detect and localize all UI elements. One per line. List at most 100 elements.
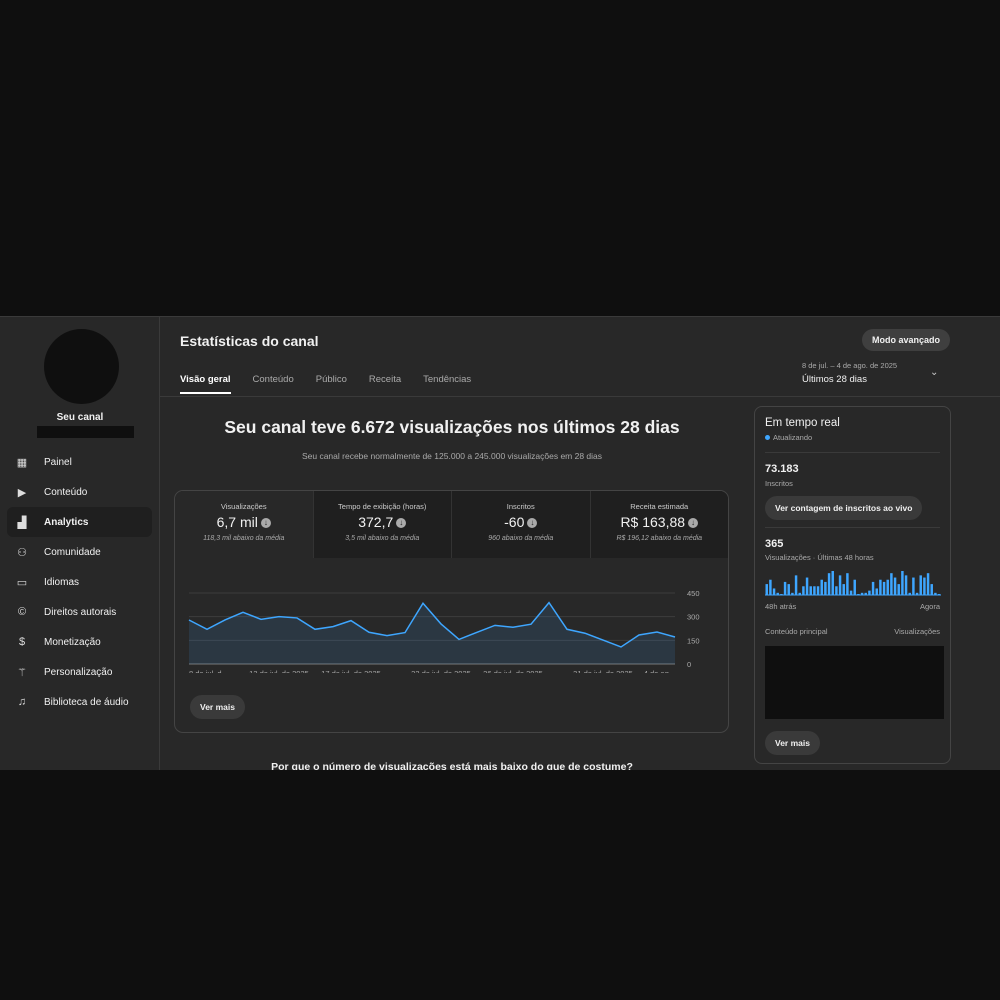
tab-overview[interactable]: Visão geral xyxy=(180,374,231,394)
x-tick-label: 17 de jul. de 2025 xyxy=(321,669,381,673)
date-range-selector[interactable]: 8 de jul. – 4 de ago. de 2025 Últimos 28… xyxy=(802,361,897,385)
hourly-bar xyxy=(886,579,889,595)
views-count: 365 xyxy=(765,538,784,550)
realtime-see-more-button[interactable]: Ver mais xyxy=(765,731,820,755)
x-tick-label: 26 de jul. de 2025 xyxy=(483,669,543,673)
x-tick-label: 4 de ag... xyxy=(644,669,675,673)
metric-tab[interactable]: Visualizações 6,7 mil ↓ 118,3 mil abaixo … xyxy=(175,491,313,558)
hourly-bar xyxy=(882,581,886,595)
see-more-button[interactable]: Ver mais xyxy=(190,695,245,719)
dashboard-icon: ▦ xyxy=(16,456,28,469)
x-tick-label: 22 de jul. de 2025 xyxy=(411,669,471,673)
question-heading: Por que o número de visualizações está m… xyxy=(271,761,633,770)
sidebar-item-comunidade[interactable]: ⚇ Comunidade xyxy=(7,537,152,567)
subtitles-icon: ▭ xyxy=(16,576,28,589)
hourly-bar xyxy=(809,586,812,595)
sidebar-item-label: Personalização xyxy=(44,666,113,678)
advanced-mode-button[interactable]: Modo avançado xyxy=(862,329,951,351)
page-title: Estatísticas do canal xyxy=(180,333,319,349)
hourly-bar xyxy=(930,584,933,595)
hourly-bar xyxy=(794,575,798,595)
arrow-down-icon: ↓ xyxy=(396,518,407,529)
sidebar-item-label: Conteúdo xyxy=(44,486,88,498)
hourly-bar xyxy=(923,577,926,595)
arrow-down-icon: ↓ xyxy=(260,518,271,529)
end-label: Agora xyxy=(919,602,940,611)
overview-card: Visualizações 6,7 mil ↓ 118,3 mil abaixo … xyxy=(174,490,729,733)
hourly-bar xyxy=(816,586,820,595)
sidebar-item-personaliza-o[interactable]: ⚚ Personalização xyxy=(7,657,152,687)
chevron-down-icon[interactable]: ⌄ xyxy=(930,367,938,378)
sidebar-item-monetiza-o[interactable]: $ Monetização xyxy=(7,627,152,657)
hourly-bar xyxy=(813,586,816,595)
metric-note: 118,3 mil abaixo da média xyxy=(203,535,285,542)
metric-label: Receita estimada xyxy=(630,502,689,511)
tab-audience[interactable]: Público xyxy=(316,374,347,394)
tab-revenue[interactable]: Receita xyxy=(369,374,401,394)
hourly-bar xyxy=(835,586,838,595)
metric-note: R$ 196,12 abaixo da média xyxy=(616,535,703,542)
sidebar-item-biblioteca-de-udio[interactable]: ♫ Biblioteca de áudio xyxy=(7,687,152,717)
hourly-bar xyxy=(783,581,787,595)
tab-trends[interactable]: Tendências xyxy=(423,374,471,394)
sidebar-item-label: Monetização xyxy=(44,636,101,648)
tabs: Visão geral Conteúdo Público Receita Ten… xyxy=(180,374,471,394)
live-dot-icon xyxy=(765,435,770,440)
hourly-bar xyxy=(901,571,904,595)
metric-tab[interactable]: Tempo de exibição (horas) 372,7 ↓ 3,5 mil… xyxy=(312,491,451,558)
y-tick-label: 450 xyxy=(687,589,700,598)
sidebar-item-conte-do[interactable]: ▶ Conteúdo xyxy=(7,477,152,507)
tab-content[interactable]: Conteúdo xyxy=(253,374,294,394)
hourly-bar xyxy=(787,584,790,595)
sidebar-item-painel[interactable]: ▦ Painel xyxy=(7,447,152,477)
hourly-bar xyxy=(879,579,882,595)
hourly-bar xyxy=(871,581,875,595)
metric-value: 6,7 mil xyxy=(216,514,258,530)
y-tick-label: 0 xyxy=(687,660,691,669)
hourly-bar xyxy=(772,588,776,595)
hourly-bar xyxy=(849,590,853,595)
hourly-bar xyxy=(805,577,809,595)
views-label: Visualizações · Últimas 48 horas xyxy=(765,553,874,562)
metric-value: 372,7 xyxy=(358,514,394,530)
hourly-bar xyxy=(893,577,897,595)
sidebar-item-analytics[interactable]: ▟ Analytics xyxy=(7,507,152,537)
top-content-views-label: Visualizações xyxy=(894,627,940,636)
realtime-card: Em tempo real Atualizando 73.183 Inscrit… xyxy=(754,406,951,764)
metric-label: Inscritos xyxy=(506,502,535,511)
x-tick-label: 13 de jul. de 2025 xyxy=(249,669,309,673)
sidebar-nav: ▦ Painel ▶ Conteúdo ▟ Analytics ⚇ Comunidade ▭ Id… xyxy=(7,447,152,717)
metric-value: R$ 163,88 xyxy=(620,514,686,530)
hourly-bar xyxy=(838,575,842,595)
sidebar-item-label: Painel xyxy=(44,456,72,468)
subline: Seu canal recebe normalmente de 125.000 … xyxy=(301,451,603,461)
sidebar-item-label: Analytics xyxy=(44,516,89,528)
channel-name: Seu canal xyxy=(56,412,104,423)
sidebar-item-label: Comunidade xyxy=(44,546,101,558)
hourly-bar xyxy=(824,581,827,595)
channel-avatar[interactable] xyxy=(44,329,119,404)
analytics-app: Seu canal ▦ Painel ▶ Conteúdo ▟ Analytics ⚇ Com… xyxy=(0,316,1000,770)
live-subscriber-count-button[interactable]: Ver contagem de inscritos ao vivo xyxy=(765,496,923,520)
metric-note: 3,5 mil abaixo da média xyxy=(345,535,420,542)
start-label: 48h atrás xyxy=(765,602,797,611)
copyright-icon: © xyxy=(17,606,27,618)
channel-handle-redacted xyxy=(37,426,134,438)
arrow-down-icon: ↓ xyxy=(688,518,699,529)
analytics-icon: ▟ xyxy=(17,516,27,529)
hourly-bar xyxy=(846,573,849,595)
views-chart: 0 150 300 450 8 de jul. d... 13 de jul. de 20… xyxy=(188,589,700,673)
metric-label: Tempo de exibição (horas) xyxy=(338,502,427,511)
hourly-bar xyxy=(875,588,878,595)
top-content-thumbnail[interactable] xyxy=(765,646,944,719)
subscriber-count: 73.183 xyxy=(765,463,799,475)
divider xyxy=(160,396,1000,397)
magic-wand-icon: ⚚ xyxy=(17,666,27,679)
sidebar-item-idiomas[interactable]: ▭ Idiomas xyxy=(7,567,152,597)
headline: Seu canal teve 6.672 visualizações nos ú… xyxy=(224,417,680,437)
metric-tab[interactable]: Receita estimada R$ 163,88 ↓ R$ 196,12 ab… xyxy=(589,491,728,558)
metric-note: 960 abaixo da média xyxy=(488,535,554,542)
divider xyxy=(765,527,940,528)
metric-tab[interactable]: Inscritos -60 ↓ 960 abaixo da média xyxy=(451,491,590,558)
sidebar-item-direitos-autorais[interactable]: © Direitos autorais xyxy=(7,597,152,627)
